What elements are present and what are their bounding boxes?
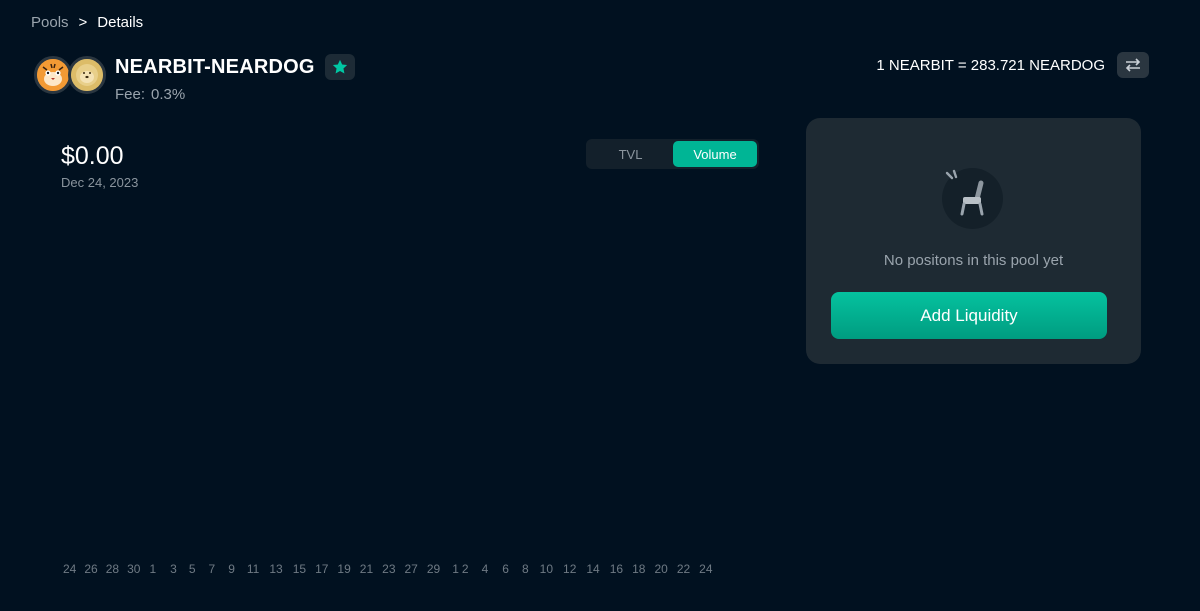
chart-x-axis: 24 26 28 30 1 3 5 7 9 11 13 15 17 19 21 23 27 29 1 2 4 6 8 10 12…	[63, 562, 713, 576]
x-tick-label: 23	[382, 562, 396, 576]
x-tick-label: 20	[654, 562, 668, 576]
breadcrumb-separator: >	[78, 14, 88, 31]
pool-title: NEARBIT-NEARDOG	[115, 55, 315, 78]
x-tick-label: 7	[208, 562, 216, 576]
empty-positions-text: No positons in this pool yet	[883, 252, 1064, 269]
x-tick-label: 4	[481, 562, 489, 576]
x-tick-label: 18	[632, 562, 646, 576]
breadcrumb-current: Details	[97, 14, 144, 31]
positions-card: No positons in this pool yet Add Liquidi…	[806, 118, 1141, 364]
x-tick-label: 6	[502, 562, 509, 576]
chair-icon	[942, 168, 1003, 229]
x-tick-label: 21	[359, 562, 374, 576]
x-tick-label: 1	[149, 562, 157, 576]
favorite-button[interactable]	[324, 54, 355, 80]
x-tick-label: 1	[452, 562, 459, 576]
x-tick-label: 9	[228, 562, 235, 576]
x-tick-label: 5	[188, 562, 196, 576]
token-pair-icons	[34, 56, 106, 94]
x-tick-label: 17	[315, 562, 329, 576]
tab-volume[interactable]: Volume	[673, 141, 757, 167]
x-tick-label: 29	[426, 562, 441, 576]
x-tick-label: 16	[609, 562, 624, 576]
chart-value-summary: $0.00 Dec 24, 2023	[61, 142, 138, 190]
swap-rate-button[interactable]	[1117, 52, 1149, 78]
tiger-token-icon	[34, 56, 72, 94]
doge-token-icon	[68, 56, 106, 94]
x-tick-label: 19	[337, 562, 351, 576]
swap-arrows-icon	[1125, 58, 1141, 72]
x-tick-label: 24	[63, 562, 77, 576]
x-tick-label: 10	[539, 562, 554, 576]
pool-header: NEARBIT-NEARDOG Fee: 0.3%	[34, 54, 355, 103]
x-tick-label: 30	[127, 562, 141, 576]
add-liquidity-button[interactable]: Add Liquidity	[831, 292, 1107, 339]
x-tick-label: 22	[676, 562, 691, 576]
x-tick-label: 11	[246, 562, 260, 576]
chart-value: $0.00	[61, 142, 124, 170]
x-tick-label: 2	[461, 562, 469, 576]
x-tick-label: 14	[586, 562, 600, 576]
x-tick-label: 28	[105, 562, 120, 576]
pool-meta: NEARBIT-NEARDOG Fee: 0.3%	[115, 54, 355, 103]
breadcrumb-pools-link[interactable]: Pools	[31, 14, 69, 31]
x-tick-label: 26	[84, 562, 98, 576]
chart-date: Dec 24, 2023	[61, 175, 139, 190]
pool-title-row: NEARBIT-NEARDOG	[115, 54, 355, 80]
breadcrumb: Pools > Details	[31, 14, 143, 31]
fee-value: 0.3%	[151, 86, 186, 103]
x-tick-label: 8	[521, 562, 529, 576]
x-tick-label: 13	[269, 562, 283, 576]
x-tick-label: 3	[170, 562, 177, 576]
exchange-rate: 1 NEARBIT = 283.721 NEARDOG	[876, 52, 1149, 78]
x-tick-label: 15	[292, 562, 307, 576]
fee-label: Fee:	[115, 86, 146, 103]
star-icon	[332, 59, 347, 74]
tab-tvl[interactable]: TVL	[588, 141, 673, 167]
x-tick-label: 12	[563, 562, 577, 576]
fee-row: Fee: 0.3%	[115, 86, 355, 103]
x-tick-label: 24	[699, 562, 713, 576]
exchange-rate-text: 1 NEARBIT = 283.721 NEARDOG	[876, 56, 1105, 74]
x-tick-label: 27	[404, 562, 418, 576]
chart-mode-toggle: TVL Volume	[586, 139, 759, 169]
